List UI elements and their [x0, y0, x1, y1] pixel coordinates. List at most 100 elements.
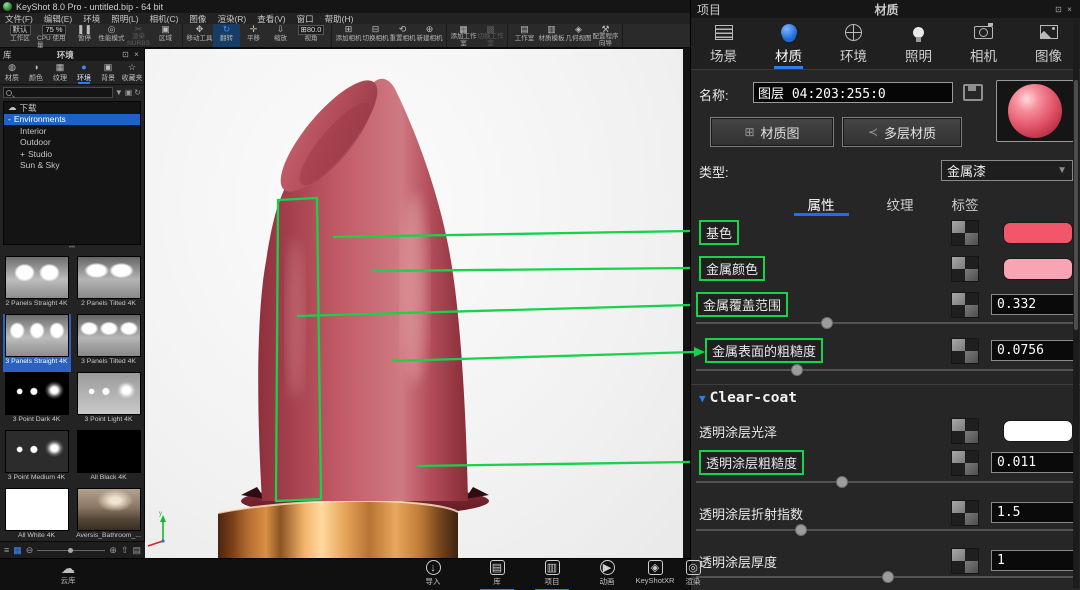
thumbnail-3-point-dark[interactable]: 3 Point Dark 4K	[3, 372, 71, 430]
metal-roughness-texture-button[interactable]	[951, 338, 979, 364]
menu-window[interactable]: 窗口	[297, 13, 314, 25]
reset-camera-button[interactable]: ⟲重置相机	[389, 24, 416, 47]
config-wizard-button[interactable]: ⚒配置程序向导	[592, 24, 619, 47]
project-float-icon[interactable]: ⊡	[1054, 5, 1063, 14]
cpu-usage-dropdown[interactable]: 75 % CPU 使用量	[37, 24, 71, 47]
slider-handle[interactable]	[836, 476, 848, 488]
menu-render[interactable]: 渲染(R)	[217, 13, 246, 25]
thumbnail-3-panels-straight-selected[interactable]: 3 Panels Straight 4K	[3, 314, 71, 372]
clearcoat-thickness-texture-button[interactable]	[951, 548, 979, 574]
tab-scene[interactable]: 场景	[691, 18, 756, 69]
tree-item-environments[interactable]: -Environments	[4, 114, 140, 126]
cloud-library-button[interactable]: ☁ 云库	[48, 562, 88, 586]
thumbnail-3-point-light[interactable]: 3 Point Light 4K	[75, 372, 143, 430]
slider-handle[interactable]	[795, 524, 807, 536]
list-view-icon[interactable]: ≡	[4, 545, 9, 555]
library-tab-colors[interactable]: ◑颜色	[24, 61, 48, 84]
clearcoat-ior-slider[interactable]	[696, 529, 1075, 531]
material-type-dropdown[interactable]: 金属漆 ▼	[941, 160, 1073, 181]
menu-image[interactable]: 图像	[189, 13, 206, 25]
library-close-icon[interactable]: ×	[132, 50, 141, 59]
slider-handle[interactable]	[68, 548, 73, 553]
refresh-icon[interactable]: ↻	[134, 88, 141, 97]
metal-color-swatch[interactable]	[1003, 258, 1073, 280]
material-preview[interactable]	[996, 80, 1074, 142]
search-input[interactable]	[3, 87, 113, 98]
new-camera-button[interactable]: ⊕新建相机	[416, 24, 443, 47]
metal-coverage-value[interactable]: 0.332	[991, 294, 1077, 315]
tab-camera[interactable]: 相机	[951, 18, 1016, 69]
thumbnail-2-panels-straight[interactable]: 2 Panels Straight 4K	[3, 256, 71, 314]
folders-icon[interactable]: ▣	[125, 88, 133, 97]
thumbnail-aversis-bathroom[interactable]: Aversis_Bathroom_...	[75, 488, 143, 541]
thumbnail-2-panels-tilted[interactable]: 2 Panels Tilted 4K	[75, 256, 143, 314]
material-name-input[interactable]: 图层 04:203:255:0	[753, 82, 953, 103]
cpu-usage-value[interactable]: 75 %	[42, 25, 65, 35]
pause-button[interactable]: ❚❚暂停	[71, 24, 98, 47]
switch-camera-button[interactable]: ⊟切换相机	[362, 24, 389, 47]
fov-value[interactable]: ⊞ 80.0	[298, 25, 325, 35]
project-toggle-button[interactable]: ▥项目	[527, 560, 577, 590]
metal-roughness-value[interactable]: 0.0756	[991, 340, 1077, 361]
zoom-in-icon[interactable]: ⊕	[109, 545, 117, 556]
library-tab-environments[interactable]: ●环境	[72, 61, 96, 84]
tree-item-interior[interactable]: Interior	[4, 125, 140, 137]
clearcoat-ior-texture-button[interactable]	[951, 500, 979, 526]
library-toggle-button[interactable]: ▤库	[472, 560, 522, 590]
clearcoat-section-header[interactable]: ▼Clear-coat	[699, 390, 797, 406]
thumbnail-size-slider[interactable]	[37, 550, 105, 551]
filter-icon[interactable]: ▼	[115, 88, 123, 97]
library-tab-textures[interactable]: ▦纹理	[48, 61, 72, 84]
subtab-labels[interactable]: 标签	[952, 194, 979, 216]
menu-camera[interactable]: 相机(C)	[150, 13, 179, 25]
clearcoat-gloss-texture-button[interactable]	[951, 418, 979, 444]
material-graph-button[interactable]: ⊞ 材质图	[711, 118, 833, 146]
menu-environment[interactable]: 环境	[83, 13, 100, 25]
tree-item-sun-sky[interactable]: Sun & Sky	[4, 160, 140, 172]
menu-edit[interactable]: 编辑(E)	[44, 13, 72, 25]
clearcoat-thickness-slider[interactable]	[696, 576, 1075, 578]
zoom-out-icon[interactable]: ⊖	[26, 545, 34, 556]
slider-handle[interactable]	[882, 571, 894, 583]
clearcoat-roughness-value[interactable]: 0.011	[991, 452, 1077, 473]
geometry-view-button[interactable]: ◈几何视图	[565, 24, 592, 47]
material-template-button[interactable]: ▥材质模板	[538, 24, 565, 47]
tab-image[interactable]: 图像	[1016, 18, 1080, 69]
base-color-texture-button[interactable]	[951, 220, 979, 246]
tree-item-downloads[interactable]: ☁下载	[4, 102, 140, 114]
add-camera-button[interactable]: ⊞添加相机	[335, 24, 362, 47]
project-scrollbar[interactable]	[1073, 20, 1079, 588]
thumbnail-all-white[interactable]: All White 4K	[3, 488, 71, 541]
library-float-icon[interactable]: ⊡	[121, 50, 130, 59]
upload-icon[interactable]: ⇧	[121, 545, 129, 556]
fov-control[interactable]: ⊞ 80.0 视角	[294, 24, 328, 47]
import-button[interactable]: ↓导入	[408, 560, 458, 587]
tree-item-outdoor[interactable]: Outdoor	[4, 137, 140, 149]
metal-coverage-texture-button[interactable]	[951, 292, 979, 318]
library-tab-backplates[interactable]: ▣背景	[96, 61, 120, 84]
tab-environment[interactable]: 环境	[821, 18, 886, 69]
grid-view-icon[interactable]: ▦	[13, 545, 22, 556]
thumbnail-all-black[interactable]: All Black 4K	[75, 430, 143, 488]
clearcoat-roughness-texture-button[interactable]	[951, 450, 979, 476]
workspace-value[interactable]: 默认	[10, 25, 31, 35]
slider-handle[interactable]	[791, 364, 803, 376]
studio-button[interactable]: ▤工作室	[511, 24, 538, 47]
project-close-icon[interactable]: ×	[1065, 5, 1074, 14]
tumble-button[interactable]: ↻翻转	[213, 24, 240, 47]
library-tab-favorites[interactable]: ☆收藏夹	[120, 61, 144, 84]
scrollbar-thumb[interactable]	[1074, 80, 1078, 330]
metal-coverage-slider[interactable]	[696, 322, 1075, 324]
clearcoat-thickness-value[interactable]: 1	[991, 550, 1077, 571]
base-color-swatch[interactable]	[1003, 222, 1073, 244]
menu-help[interactable]: 帮助(H)	[325, 13, 354, 25]
render-button[interactable]: ◎渲染	[668, 560, 718, 587]
subtab-properties[interactable]: 属性	[794, 194, 849, 216]
menu-file[interactable]: 文件(F)	[5, 13, 33, 25]
thumbnail-3-panels-tilted[interactable]: 3 Panels Tilted 4K	[75, 314, 143, 372]
tree-item-studio[interactable]: +Studio	[4, 148, 140, 160]
subtab-textures[interactable]: 纹理	[887, 194, 914, 216]
thumbnail-3-point-medium[interactable]: 3 Point Medium 4K	[3, 430, 71, 488]
save-material-icon[interactable]	[963, 84, 983, 101]
import-folder-icon[interactable]: ▤	[132, 545, 141, 556]
